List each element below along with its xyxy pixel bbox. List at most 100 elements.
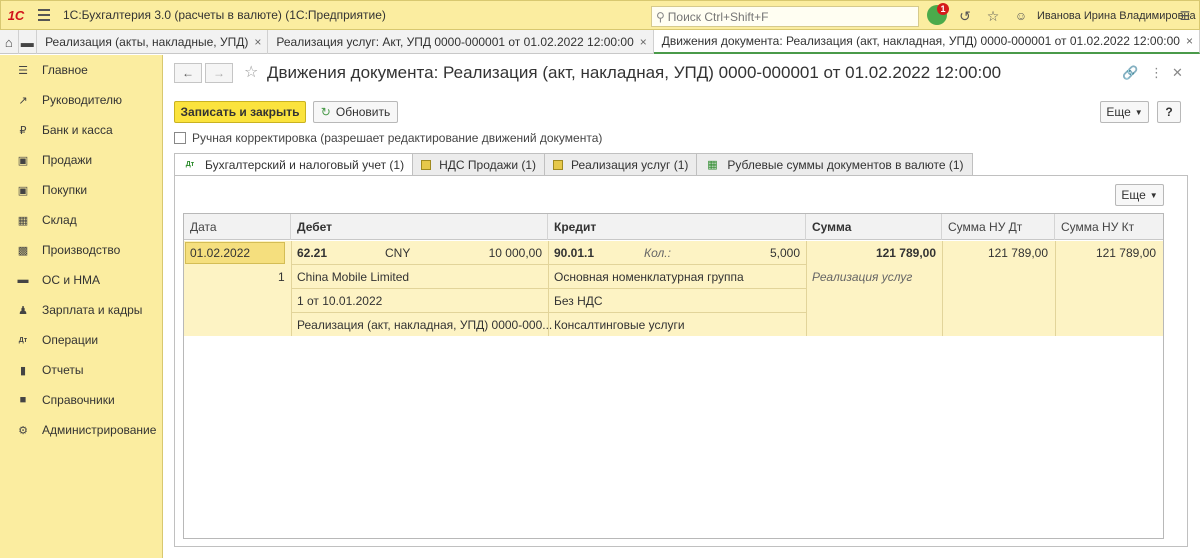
sidebar-item-manager[interactable]: ↗ Руководителю — [0, 88, 163, 112]
home-icon[interactable]: ⌂ — [0, 30, 19, 54]
tab-accounting-tax[interactable]: Дт Бухгалтерский и налоговый учет (1) — [174, 153, 414, 176]
sidebar-item-bank[interactable]: ₽ Банк и касса — [0, 118, 163, 142]
cell-amount-nu-kt[interactable]: 121 789,00 — [1061, 246, 1156, 260]
open-tab-document-movements[interactable]: Движения документа: Реализация (акт, нак… — [653, 30, 1200, 54]
open-windows-bar: ⌂ ▬ Реализация (акты, накладные, УПД) × … — [0, 30, 1200, 54]
refresh-icon: ↻ — [320, 105, 331, 119]
back-button[interactable]: ← — [174, 63, 202, 83]
cell-debit-currency-amount[interactable]: 10 000,00 — [456, 246, 542, 260]
column-header-date[interactable]: Дата — [184, 214, 291, 240]
tab-label: Реализация услуг: Акт, УПД 0000-000001 о… — [276, 35, 634, 49]
sidebar-item-purchases[interactable]: ▣ Покупки — [0, 178, 163, 202]
main-menu-icon[interactable] — [31, 1, 57, 29]
sidebar-item-catalogs[interactable]: ■ Справочники — [0, 388, 163, 412]
cell-debit-currency[interactable]: CNY — [385, 246, 410, 260]
column-header-amount-nu-dt[interactable]: Сумма НУ Дт — [942, 214, 1055, 240]
register-tabs: Дт Бухгалтерский и налоговый учет (1) НД… — [174, 153, 973, 176]
bag-icon: ▣ — [17, 154, 29, 167]
column-header-amount-nu-kt[interactable]: Сумма НУ Кт — [1055, 214, 1163, 240]
search-icon: ⚲ — [656, 9, 665, 24]
sidebar-item-fixed-assets[interactable]: ▬ ОС и НМА — [0, 268, 163, 292]
app-title: 1С:Бухгалтерия 3.0 (расчеты в валюте) (1… — [63, 8, 386, 22]
cell-date[interactable]: 01.02.2022 — [190, 246, 250, 260]
close-icon[interactable]: × — [640, 35, 647, 49]
column-divider — [942, 241, 943, 336]
chart-line-icon: ↗ — [18, 94, 28, 107]
help-button[interactable]: ? — [1157, 101, 1181, 123]
close-icon[interactable]: ✕ — [1172, 65, 1183, 81]
register-icon — [421, 159, 432, 170]
user-name[interactable]: Иванова Ирина Владимировна — [1037, 10, 1196, 22]
cell-debit-account[interactable]: 62.21 — [297, 246, 327, 260]
close-icon[interactable]: × — [254, 35, 261, 49]
open-tab-realization-doc[interactable]: Реализация услуг: Акт, УПД 0000-000001 о… — [268, 30, 654, 54]
save-and-close-button[interactable]: Записать и закрыть — [174, 101, 306, 123]
cell-debit-subconto-3[interactable]: Реализация (акт, накладная, УПД) 0000-00… — [297, 318, 552, 332]
favorite-star-icon[interactable]: ☆ — [244, 62, 258, 82]
arrow-left-icon: ← — [182, 66, 194, 80]
book-icon: ■ — [19, 394, 27, 406]
sections-sidebar: ☰ Главное ↗ Руководителю ₽ Банк и касса ▣ Пр… — [0, 55, 163, 558]
tab-services-realization[interactable]: Реализация услуг (1) — [544, 153, 698, 176]
tab-label: Движения документа: Реализация (акт, нак… — [661, 34, 1180, 48]
manual-correction-label[interactable]: Ручная корректировка (разрешает редактир… — [192, 131, 602, 145]
sidebar-item-operations[interactable]: Дт Операции — [0, 328, 163, 352]
search-input[interactable] — [667, 9, 908, 24]
tab-label: Реализация (акты, накладные, УПД) — [45, 35, 249, 49]
cell-amount-nu-dt[interactable]: 121 789,00 — [948, 246, 1048, 260]
history-icon[interactable]: ↺ — [955, 6, 975, 26]
cell-content[interactable]: Реализация услуг — [812, 270, 912, 284]
column-header-credit[interactable]: Кредит — [548, 214, 806, 240]
cell-credit-subconto-1[interactable]: Основная номенклатурная группа — [554, 270, 744, 284]
gear-icon: ⚙ — [18, 424, 28, 437]
forward-button[interactable]: → — [205, 63, 233, 83]
refresh-button[interactable]: ↻ Обновить — [313, 101, 398, 123]
cell-credit-subconto-2[interactable]: Без НДС — [554, 294, 603, 308]
open-tab-realization-list[interactable]: Реализация (акты, накладные, УПД) × — [37, 30, 269, 54]
chevron-down-icon: ▼ — [1134, 107, 1143, 117]
cell-row-number: 1 — [278, 270, 285, 284]
cell-amount[interactable]: 121 789,00 — [812, 246, 936, 260]
app-logo: 1С — [7, 7, 25, 23]
cell-debit-subconto-1[interactable]: China Mobile Limited — [297, 270, 409, 284]
cell-credit-account[interactable]: 90.01.1 — [554, 246, 594, 260]
more-actions-button[interactable]: Еще ▼ — [1100, 101, 1149, 123]
link-icon[interactable]: 🔗 — [1122, 65, 1138, 81]
refresh-label: Обновить — [335, 105, 391, 119]
column-header-debit[interactable]: Дебет — [291, 214, 548, 240]
column-header-amount[interactable]: Сумма — [806, 214, 942, 240]
user-icon[interactable]: ☺ — [1011, 6, 1031, 26]
row-divider — [291, 264, 806, 265]
favorites-star-icon[interactable]: ☆ — [983, 6, 1003, 26]
sidebar-item-warehouse[interactable]: ▦ Склад — [0, 208, 163, 232]
sidebar-item-production[interactable]: ▩ Производство — [0, 238, 163, 262]
sidebar-item-salary[interactable]: ♟ Зарплата и кадры — [0, 298, 163, 322]
factory-icon: ▩ — [17, 244, 29, 257]
page-title: Движения документа: Реализация (акт, нак… — [267, 63, 1002, 82]
sidebar-item-administration[interactable]: ⚙ Администрирование — [0, 418, 163, 442]
bar-chart-icon: ▮ — [19, 364, 27, 377]
table-icon: ▦ — [707, 159, 718, 171]
dt-kt-icon: Дт — [18, 336, 28, 344]
cell-debit-subconto-2[interactable]: 1 от 10.01.2022 — [297, 294, 382, 308]
truck-icon: ▬ — [17, 274, 29, 286]
cell-credit-subconto-3[interactable]: Консалтинговые услуги — [554, 318, 685, 332]
global-search[interactable]: ⚲ — [651, 6, 919, 27]
close-icon[interactable]: × — [1186, 34, 1193, 48]
manual-correction-row: Ручная корректировка (разрешает редактир… — [174, 131, 602, 145]
cell-credit-qty[interactable]: 5,000 — [714, 246, 800, 260]
panel-more-button[interactable]: Еще ▼ — [1115, 184, 1164, 206]
tab-vat-sales[interactable]: НДС Продажи (1) — [412, 153, 546, 176]
manual-correction-checkbox[interactable] — [174, 132, 186, 144]
more-vertical-icon[interactable]: ⋮ — [1150, 65, 1163, 81]
sidebar-item-reports[interactable]: ▮ Отчеты — [0, 358, 163, 382]
tab-ruble-amounts[interactable]: ▦ Рублевые суммы документов в валюте (1) — [696, 153, 973, 176]
discussions-icon[interactable]: ▬ — [19, 30, 38, 54]
sidebar-item-sales[interactable]: ▣ Продажи — [0, 148, 163, 172]
person-icon: ♟ — [18, 304, 28, 317]
settings-menu-icon[interactable]: ☰ — [1175, 6, 1195, 26]
table-header: Дата Дебет Кредит Сумма Сумма НУ Дт Сумм… — [184, 214, 1163, 240]
title-bar: 1С 1С:Бухгалтерия 3.0 (расчеты в валюте)… — [0, 0, 1200, 30]
sidebar-item-main[interactable]: ☰ Главное — [0, 58, 163, 82]
arrow-right-icon: → — [213, 66, 225, 80]
